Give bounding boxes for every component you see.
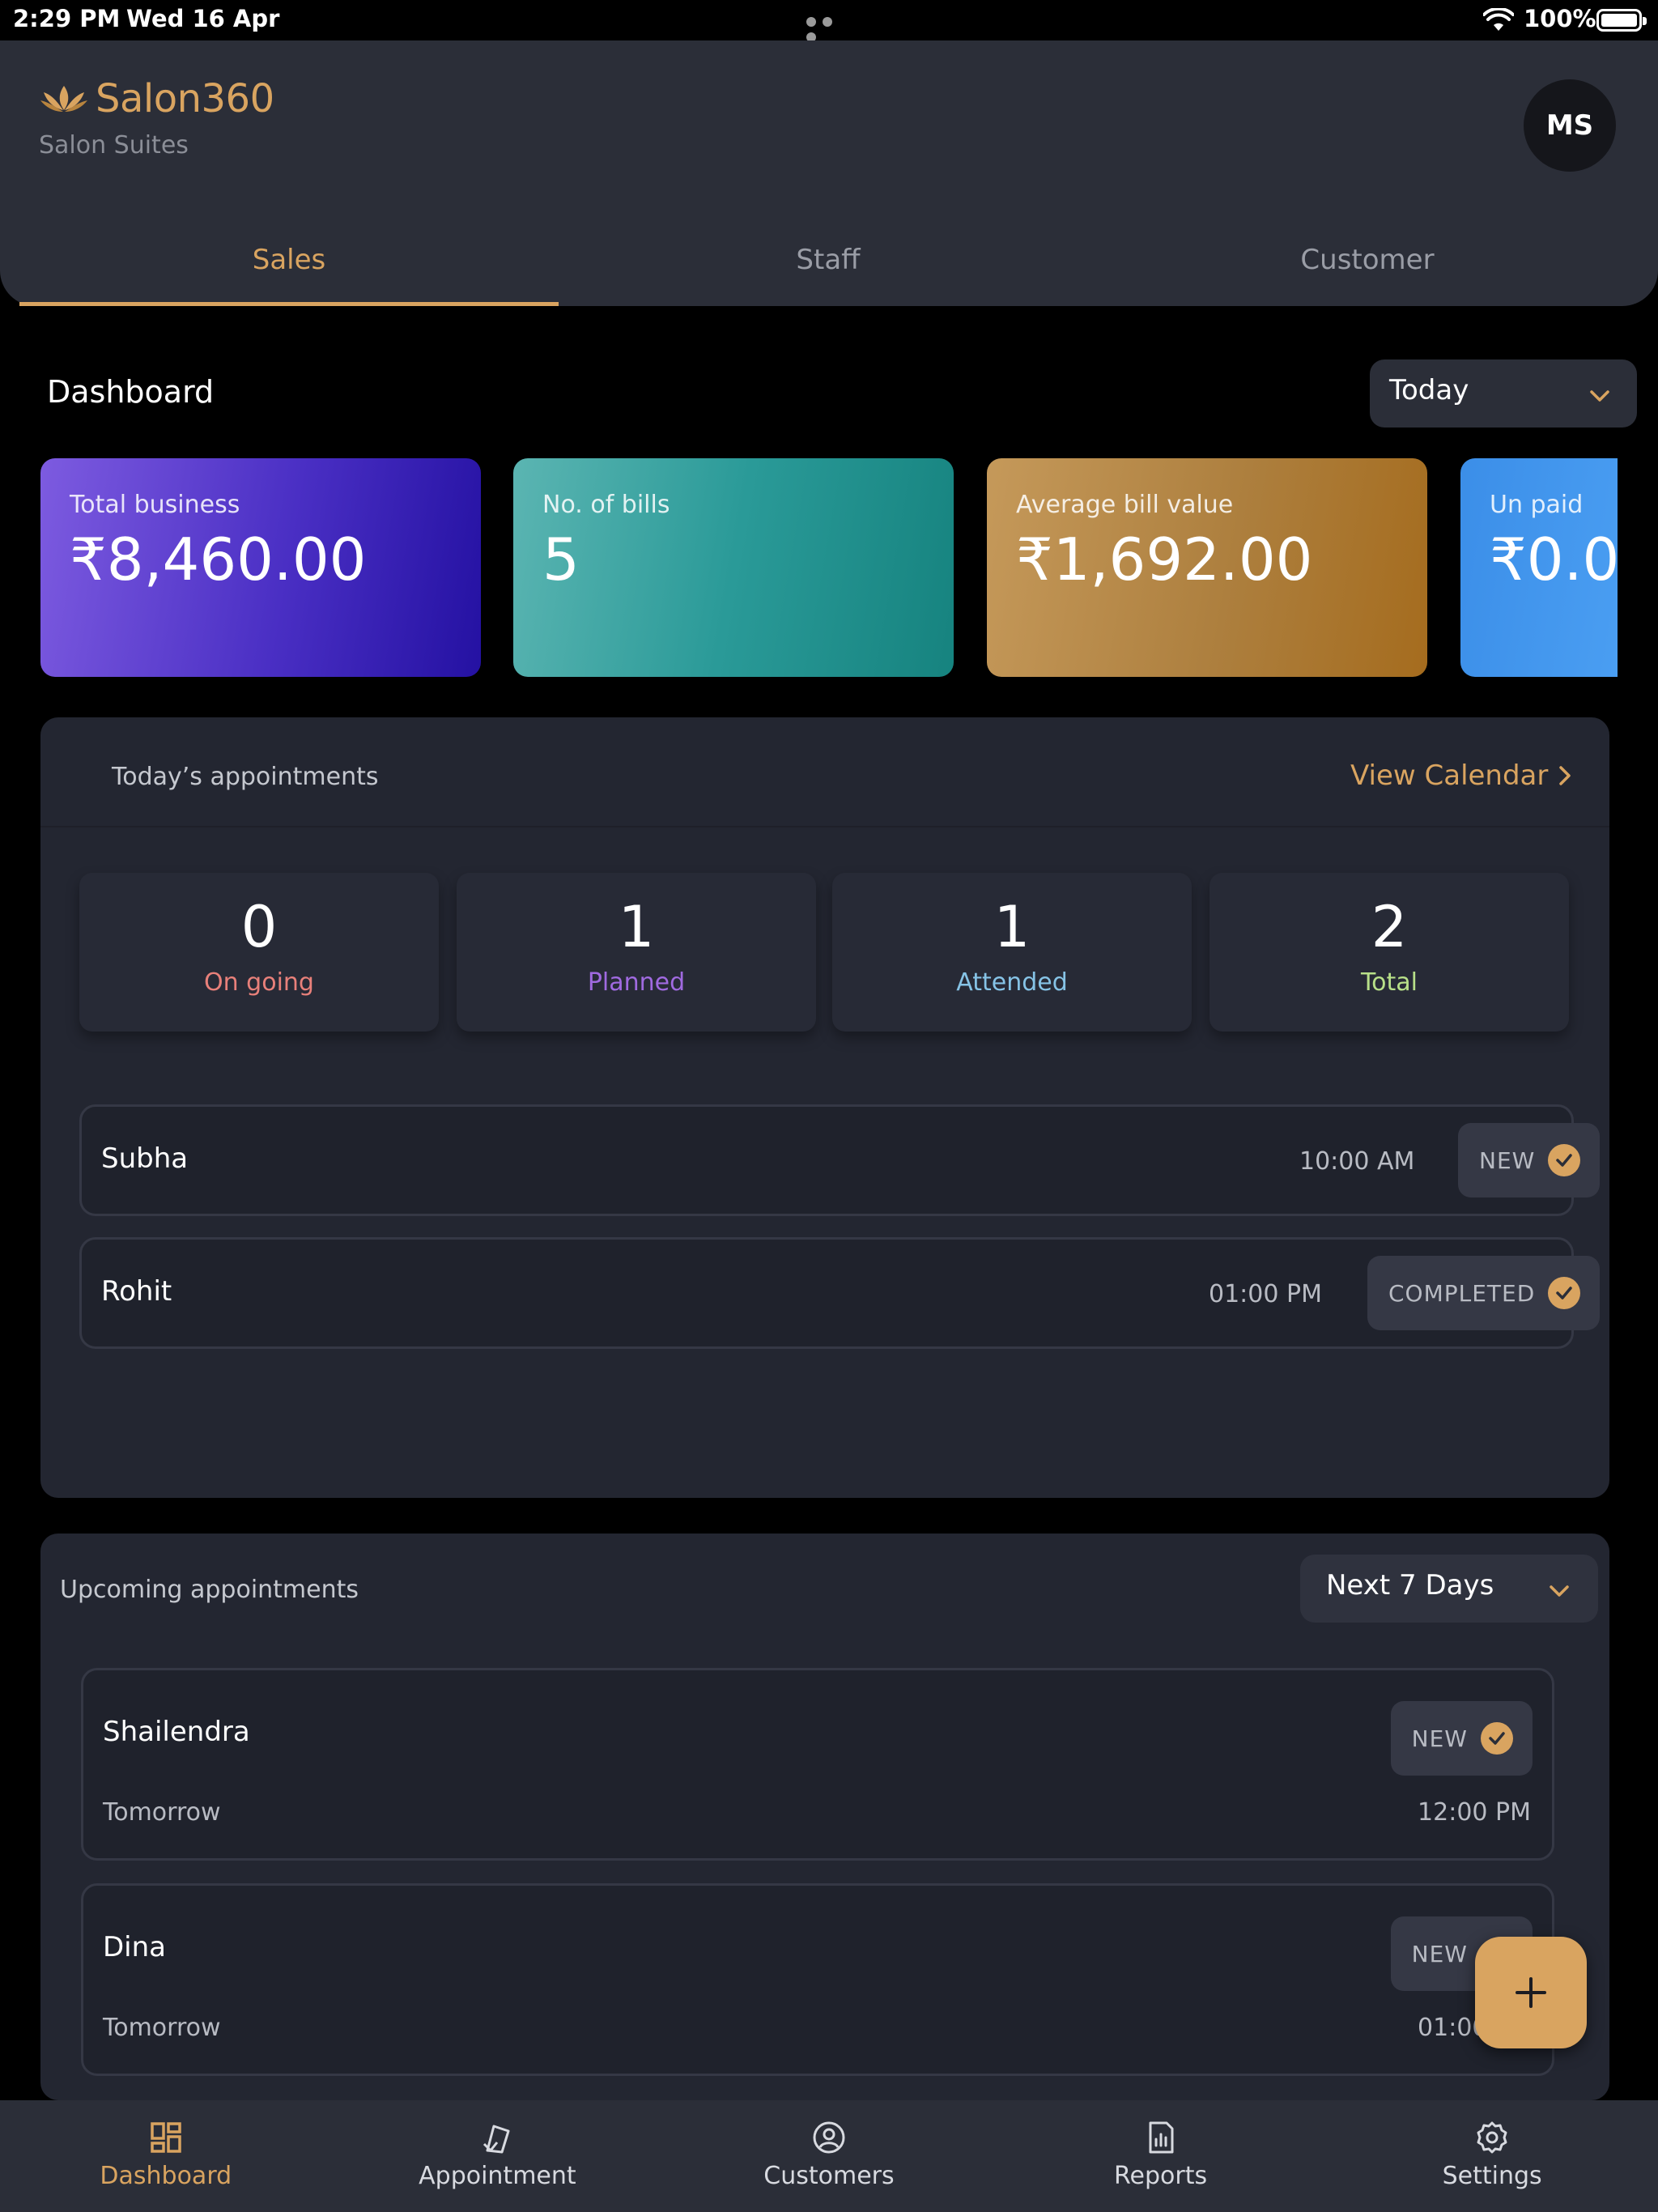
upcoming-appointment-row[interactable]: Dina Tomorrow 01:00 PM NEW bbox=[81, 1883, 1554, 2076]
nav-label: Dashboard bbox=[100, 2162, 232, 2190]
plus-icon bbox=[1516, 1977, 1546, 2008]
client-name: Dina bbox=[103, 1931, 167, 1963]
stat-total[interactable]: 2 Total bbox=[1209, 873, 1569, 1032]
brand-logo: Salon360 bbox=[39, 76, 274, 121]
nav-appointment[interactable]: Appointment bbox=[332, 2100, 664, 2212]
nav-dashboard[interactable]: Dashboard bbox=[0, 2100, 332, 2212]
appointment-day: Tomorrow bbox=[103, 2014, 221, 2042]
today-appointments-panel: Today’s appointments View Calendar 0 On … bbox=[40, 717, 1609, 1498]
status-label: NEW bbox=[1479, 1146, 1536, 1174]
upcoming-appointment-row[interactable]: Shailendra Tomorrow 12:00 PM NEW bbox=[81, 1668, 1554, 1861]
stat-label: Planned bbox=[587, 968, 686, 997]
nav-reports[interactable]: Reports bbox=[995, 2100, 1327, 2212]
nav-label: Settings bbox=[1442, 2162, 1542, 2190]
battery-icon bbox=[1596, 9, 1647, 32]
client-name: Subha bbox=[101, 1142, 189, 1175]
appointment-row[interactable]: Rohit 01:00 PM COMPLETED bbox=[79, 1237, 1601, 1349]
view-calendar-label: View Calendar bbox=[1350, 759, 1549, 792]
check-circle-icon bbox=[1481, 1722, 1513, 1755]
check-circle-icon bbox=[1548, 1277, 1581, 1309]
status-label: COMPLETED bbox=[1388, 1279, 1536, 1307]
status-label: NEW bbox=[1411, 1725, 1468, 1752]
stat-attended[interactable]: 1 Attended bbox=[832, 873, 1192, 1032]
brand-name: Salon360 bbox=[96, 76, 274, 121]
appointment-time: 10:00 AM bbox=[1299, 1147, 1415, 1176]
range-value: Next 7 Days bbox=[1326, 1569, 1494, 1602]
customer-person-icon bbox=[813, 2121, 845, 2154]
status-date: Wed 16 Apr bbox=[126, 5, 280, 32]
page-title: Dashboard bbox=[47, 374, 215, 410]
kpi-label: Total business bbox=[70, 491, 240, 519]
chevron-right-icon bbox=[1559, 766, 1571, 785]
kpi-unpaid[interactable]: Un paid ₹0.00 bbox=[1460, 458, 1618, 677]
chevron-down-icon bbox=[1590, 390, 1609, 402]
tab-staff[interactable]: Staff bbox=[559, 214, 1098, 306]
section-title: Today’s appointments bbox=[112, 763, 379, 791]
user-avatar[interactable]: MS bbox=[1524, 79, 1616, 172]
check-circle-icon bbox=[1548, 1144, 1581, 1176]
status-badge[interactable]: NEW bbox=[1390, 1701, 1533, 1776]
battery-percent: 100% bbox=[1524, 5, 1596, 32]
nav-label: Customers bbox=[763, 2162, 895, 2190]
chevron-down-icon bbox=[1550, 1585, 1569, 1597]
nav-settings[interactable]: Settings bbox=[1326, 2100, 1658, 2212]
stat-label: On going bbox=[204, 968, 314, 997]
appointment-row[interactable]: Subha 10:00 AM NEW bbox=[79, 1104, 1601, 1216]
appointment-time: 01:00 PM bbox=[1209, 1280, 1322, 1308]
nav-label: Reports bbox=[1114, 2162, 1208, 2190]
stat-ongoing[interactable]: 0 On going bbox=[79, 873, 439, 1032]
appointment-time: 12:00 PM bbox=[1418, 1798, 1531, 1827]
status-badge[interactable]: COMPLETED bbox=[1367, 1256, 1601, 1330]
kpi-average-bill[interactable]: Average bill value ₹1,692.00 bbox=[987, 458, 1427, 677]
stat-count: 1 bbox=[618, 894, 655, 960]
stat-label: Attended bbox=[956, 968, 1068, 997]
status-time: 2:29 PM bbox=[13, 5, 121, 32]
wifi-icon bbox=[1483, 8, 1514, 31]
kpi-label: No. of bills bbox=[542, 491, 670, 519]
stat-label: Total bbox=[1360, 968, 1418, 997]
kpi-label: Un paid bbox=[1490, 491, 1584, 519]
nav-label: Appointment bbox=[419, 2162, 576, 2190]
range-dropdown[interactable]: Next 7 Days bbox=[1300, 1555, 1598, 1623]
client-name: Rohit bbox=[101, 1275, 172, 1308]
divider bbox=[40, 826, 1609, 827]
stat-planned[interactable]: 1 Planned bbox=[457, 873, 816, 1032]
dashboard-grid-icon bbox=[151, 2122, 181, 2153]
kpi-value: ₹8,460.00 bbox=[70, 525, 367, 593]
stat-count: 2 bbox=[1371, 894, 1408, 960]
lotus-logo-icon bbox=[40, 86, 87, 112]
status-bar: 2:29 PM Wed 16 Apr 100% bbox=[0, 0, 1658, 42]
report-chart-icon bbox=[1149, 2121, 1174, 2154]
view-calendar-link[interactable]: View Calendar bbox=[1350, 759, 1574, 792]
nav-customers[interactable]: Customers bbox=[663, 2100, 995, 2212]
top-tabs: Sales Staff Customer bbox=[19, 214, 1639, 306]
kpi-value: 5 bbox=[542, 525, 580, 593]
kpi-label: Average bill value bbox=[1016, 491, 1234, 519]
kpi-bill-count[interactable]: No. of bills 5 bbox=[513, 458, 954, 677]
salon-name: Salon Suites bbox=[39, 131, 189, 160]
stat-count: 0 bbox=[240, 894, 278, 960]
upcoming-appointments-panel: Upcoming appointments Next 7 Days Shaile… bbox=[40, 1534, 1609, 2100]
tab-customer[interactable]: Customer bbox=[1098, 214, 1637, 306]
tab-sales[interactable]: Sales bbox=[19, 214, 559, 306]
status-label: NEW bbox=[1411, 1940, 1468, 1967]
period-value: Today bbox=[1389, 374, 1469, 406]
bottom-navigation: Dashboard Appointment Customers Reports … bbox=[0, 2100, 1658, 2212]
gear-icon bbox=[1477, 2121, 1507, 2154]
kpi-value: ₹0.00 bbox=[1490, 525, 1618, 593]
kpi-value: ₹1,692.00 bbox=[1016, 525, 1313, 593]
multitask-dots-icon[interactable] bbox=[806, 15, 852, 42]
client-name: Shailendra bbox=[103, 1716, 250, 1748]
status-badge[interactable]: NEW bbox=[1458, 1123, 1601, 1197]
appointment-icon bbox=[483, 2125, 510, 2154]
add-appointment-button[interactable] bbox=[1475, 1937, 1587, 2048]
period-dropdown[interactable]: Today bbox=[1370, 359, 1637, 428]
kpi-total-business[interactable]: Total business ₹8,460.00 bbox=[40, 458, 481, 677]
appointment-day: Tomorrow bbox=[103, 1798, 221, 1827]
app-header: Salon360 Salon Suites MS Sales Staff Cus… bbox=[0, 40, 1658, 306]
stat-count: 1 bbox=[993, 894, 1031, 960]
section-title: Upcoming appointments bbox=[60, 1576, 359, 1604]
